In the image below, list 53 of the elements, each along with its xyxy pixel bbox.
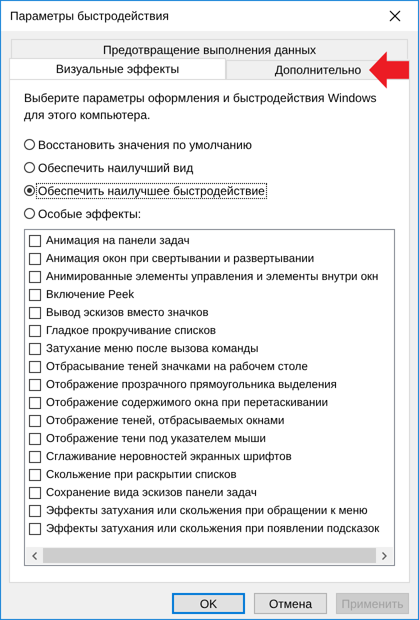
- checkbox-label[interactable]: Скольжение при раскрытии списков: [46, 469, 237, 481]
- checkbox[interactable]: [29, 523, 41, 535]
- checkbox[interactable]: [29, 397, 41, 409]
- horizontal-scrollbar[interactable]: [26, 547, 393, 564]
- checkbox[interactable]: [29, 307, 41, 319]
- checkbox-label[interactable]: Анимация на панели задач: [46, 235, 190, 247]
- checkbox[interactable]: [29, 361, 41, 373]
- checkbox-label[interactable]: Гладкое прокручивание списков: [46, 325, 216, 337]
- radio-label[interactable]: Обеспечить наилучший вид: [37, 160, 194, 174]
- checkbox[interactable]: [29, 379, 41, 391]
- checkbox[interactable]: [29, 325, 41, 337]
- checkbox[interactable]: [29, 415, 41, 427]
- checkbox[interactable]: [29, 505, 41, 517]
- tab[interactable]: Предотвращение выполнения данных: [11, 39, 408, 59]
- description-text: Выберите параметры оформления и быстродействия Windows для этого компьютера.: [24, 90, 378, 124]
- checkbox-label[interactable]: Анимированные элементы управления и элементы внутри окн: [46, 271, 378, 283]
- checkbox-label[interactable]: Эффекты затухания или скольжения при появлении подсказок: [46, 523, 380, 535]
- checkbox-label[interactable]: Затухание меню после вызова команды: [46, 343, 258, 355]
- checkbox[interactable]: [29, 433, 41, 445]
- radio-button[interactable]: [24, 162, 35, 173]
- checkbox-label[interactable]: Вывод эскизов вместо значков: [46, 307, 209, 319]
- scroll-right-icon[interactable]: [382, 552, 387, 560]
- close-icon[interactable]: [389, 10, 401, 22]
- scroll-left-icon[interactable]: [32, 552, 37, 560]
- checkbox-label[interactable]: Эффекты затухания или скольжения при обращении к меню: [46, 505, 368, 517]
- checkbox-label[interactable]: Отображение содержимого окна при перетаскивании: [46, 397, 328, 409]
- dialog-button[interactable]: Отмена: [254, 593, 327, 614]
- checkbox-label[interactable]: Отображение теней, отбрасываемых окнами: [46, 415, 284, 427]
- checkbox[interactable]: [29, 343, 41, 355]
- checkbox[interactable]: [29, 235, 41, 247]
- radio-button[interactable]: [24, 139, 35, 150]
- checkbox-label[interactable]: Включение Peek: [46, 289, 134, 301]
- radio-label[interactable]: Обеспечить наилучшее быстродействие: [37, 184, 266, 198]
- checkbox[interactable]: [29, 487, 41, 499]
- checkbox-label[interactable]: Сглаживание неровностей экранных шрифтов: [46, 451, 292, 463]
- checkbox-label[interactable]: Анимация окон при свертывании и развертывании: [46, 253, 314, 265]
- checkbox-label[interactable]: Отображение прозрачного прямоугольника выделения: [46, 379, 337, 391]
- radio-label[interactable]: Восстановить значения по умолчанию: [37, 138, 253, 152]
- radio-button[interactable]: [24, 185, 35, 196]
- tab[interactable]: Визуальные эффекты: [9, 58, 226, 79]
- checkbox[interactable]: [29, 469, 41, 481]
- checkbox[interactable]: [29, 289, 41, 301]
- radio-button[interactable]: [24, 208, 35, 219]
- checkbox-label[interactable]: Отображение тени под указателем мыши: [46, 433, 266, 445]
- checkbox-label[interactable]: Сохранение вида эскизов панели задач: [46, 487, 257, 499]
- radio-label[interactable]: Особые эффекты:: [37, 206, 142, 220]
- window-title: Параметры быстродействия: [10, 9, 169, 23]
- dialog-button[interactable]: OK: [172, 593, 245, 614]
- arrow-icon: [369, 51, 409, 89]
- checkbox[interactable]: [29, 451, 41, 463]
- checkbox[interactable]: [29, 253, 41, 265]
- checkbox-label[interactable]: Отбрасывание теней значками на рабочем столе: [46, 361, 308, 373]
- checkbox[interactable]: [29, 271, 41, 283]
